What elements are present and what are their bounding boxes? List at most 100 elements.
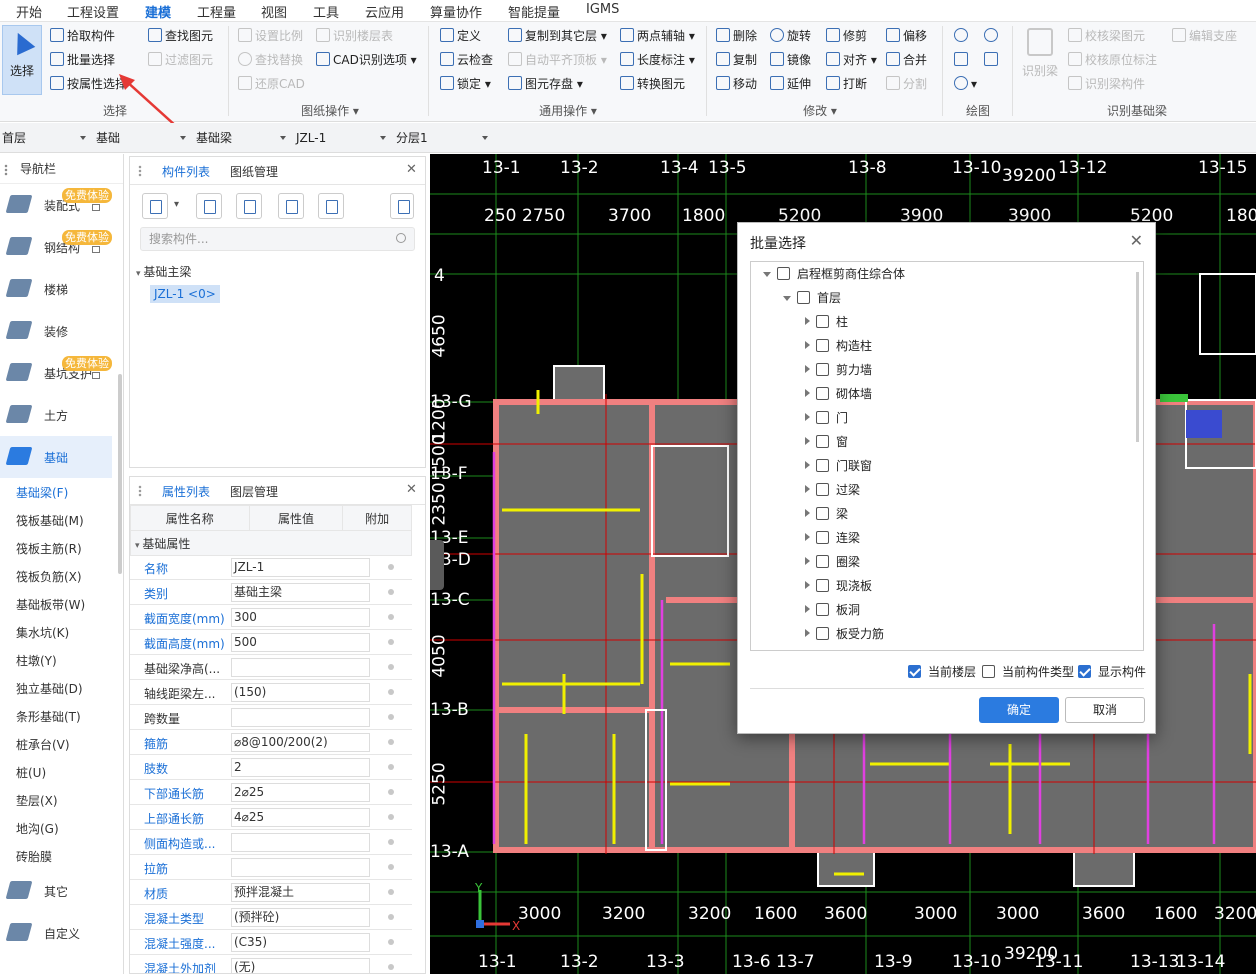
checkbox[interactable] (816, 339, 829, 352)
recognize-floor-table-button[interactable]: 识别楼层表 (316, 26, 393, 46)
group-row[interactable]: ▾ 基础属性 (130, 530, 412, 556)
property-row[interactable]: 材质 预拌混凝土 (130, 880, 412, 905)
menu-igms[interactable]: IGMS (586, 2, 619, 17)
panel-collapse-handle[interactable] (430, 540, 444, 590)
rotate-button[interactable]: 旋转 (770, 26, 811, 46)
property-value-field[interactable]: ⌀8@100/200(2) (231, 733, 370, 752)
delete-button[interactable]: 删除 (716, 26, 757, 46)
menu-cloud[interactable]: 云应用 (365, 2, 404, 21)
tree-node-category[interactable]: 板洞 (805, 598, 860, 622)
find-replace-button[interactable]: 查找替换 (238, 50, 303, 70)
attach-dot-icon[interactable] (388, 864, 394, 870)
split-button[interactable]: 分割 (886, 74, 927, 94)
auto-align-top-button[interactable]: 自动平齐顶板 ▾ (508, 50, 607, 70)
attach-dot-icon[interactable] (388, 589, 394, 595)
tree-node-floor[interactable]: 首层 (783, 286, 841, 310)
checkbox-checked[interactable] (1078, 665, 1091, 678)
property-row[interactable]: 混凝土外加剂 (无) (130, 955, 412, 973)
sub-item[interactable]: 集水坑(K) (16, 624, 69, 641)
menu-view[interactable]: 视图 (261, 2, 287, 21)
chevron-down-icon[interactable] (763, 272, 771, 277)
chevron-right-icon[interactable] (805, 557, 810, 565)
checkbox[interactable] (797, 291, 810, 304)
extend-button[interactable]: 延伸 (770, 74, 811, 94)
property-value-field[interactable]: 2 (231, 758, 370, 777)
property-value-field[interactable]: 预拌混凝土 (231, 883, 370, 902)
property-value-field[interactable]: 4⌀25 (231, 808, 370, 827)
tree-node-category[interactable]: 窗 (805, 430, 848, 454)
current-floor-option[interactable]: 当前楼层 (908, 663, 976, 680)
pick-component-button[interactable]: 拾取构件 (50, 26, 115, 46)
menu-quantity[interactable]: 工程量 (197, 2, 236, 21)
sub-item[interactable]: 垫层(X) (16, 792, 58, 809)
property-row[interactable]: 箍筋 ⌀8@100/200(2) (130, 730, 412, 755)
attach-dot-icon[interactable] (388, 839, 394, 845)
check-beam-button[interactable]: 校核梁图元 (1068, 26, 1145, 46)
property-row[interactable]: 基础梁净高(... (130, 655, 412, 680)
tree-scrollbar[interactable] (1136, 272, 1139, 442)
property-value-field[interactable]: 300 (231, 608, 370, 627)
tree-item-jzl1[interactable]: JZL-1 <0> (150, 285, 220, 303)
tree-node-category[interactable]: 连梁 (805, 526, 860, 550)
check-annotation-button[interactable]: 校核原位标注 (1068, 50, 1157, 70)
property-row[interactable]: 肢数 2 (130, 755, 412, 780)
property-row[interactable]: 混凝土类型 (预拌砼) (130, 905, 412, 930)
draw-circle-button[interactable] (984, 26, 1001, 46)
attach-dot-icon[interactable] (388, 714, 394, 720)
property-row[interactable]: 轴线距梁左... (150) (130, 680, 412, 705)
tab-drawing-management[interactable]: 图纸管理 (230, 163, 278, 180)
property-value-field[interactable]: 基础主梁 (231, 583, 370, 602)
property-value-field[interactable] (231, 858, 370, 877)
drag-handle-icon[interactable] (138, 165, 142, 177)
property-value-field[interactable] (231, 833, 370, 852)
attach-dot-icon[interactable] (388, 614, 394, 620)
two-point-axis-button[interactable]: 两点辅轴 ▾ (620, 26, 695, 46)
convert-element-button[interactable]: 转换图元 (620, 74, 685, 94)
tab-property-list[interactable]: 属性列表 (162, 483, 210, 500)
set-scale-button[interactable]: 设置比例 (238, 26, 303, 46)
floor-dropdown[interactable]: 首层 (0, 127, 90, 149)
new-component-button[interactable] (142, 193, 168, 219)
chevron-right-icon[interactable] (805, 629, 810, 637)
attach-dot-icon[interactable] (388, 814, 394, 820)
tree-node-category[interactable]: 门联窗 (805, 454, 872, 478)
chevron-right-icon[interactable] (805, 365, 810, 373)
copy-button[interactable]: 复制 (716, 50, 757, 70)
tree-root-foundation-beam[interactable]: ▾ 基础主梁 (136, 263, 191, 280)
sub-item[interactable]: 桩承台(V) (16, 736, 70, 753)
sub-item[interactable]: 筏板主筋(R) (16, 540, 82, 557)
category-dropdown[interactable]: 基础 (94, 127, 190, 149)
layer-dropdown[interactable]: 分层1 (394, 127, 492, 149)
expand-button[interactable] (390, 193, 414, 219)
recognize-beam-button[interactable]: 识别梁 (1020, 28, 1060, 79)
menu-collab[interactable]: 算量协作 (430, 2, 482, 21)
chevron-right-icon[interactable] (805, 509, 810, 517)
save-element-button[interactable]: 图元存盘 ▾ (508, 74, 583, 94)
property-row[interactable]: 名称 JZL-1 (130, 555, 412, 580)
batch-select-button[interactable]: 批量选择 (50, 50, 115, 70)
move-button[interactable]: 移动 (716, 74, 757, 94)
draw-point-button[interactable] (954, 26, 971, 46)
property-value-field[interactable]: (C35) (231, 933, 370, 952)
checkbox-checked[interactable] (908, 665, 921, 678)
chevron-right-icon[interactable] (805, 461, 810, 469)
menu-project-settings[interactable]: 工程设置 (67, 2, 119, 21)
draw-line-button[interactable] (954, 50, 971, 70)
menu-smart[interactable]: 智能提量 (508, 2, 560, 21)
draw-arc-button[interactable]: ▾ (954, 74, 977, 94)
delete-component-button[interactable] (236, 193, 262, 219)
draw-rect-button[interactable] (984, 50, 1001, 70)
property-row[interactable]: 侧面构造或... (130, 830, 412, 855)
recognize-beam-component-button[interactable]: 识别梁构件 (1068, 74, 1145, 94)
attach-dot-icon[interactable] (388, 739, 394, 745)
property-row[interactable]: 上部通长筋 4⌀25 (130, 805, 412, 830)
property-value-field[interactable]: (150) (231, 683, 370, 702)
sub-item[interactable]: 砖胎膜 (16, 848, 52, 865)
nav-item-other[interactable]: 其它 (0, 870, 112, 912)
chevron-right-icon[interactable] (805, 389, 810, 397)
merge-button[interactable]: 合并 (886, 50, 927, 70)
sub-item[interactable]: 地沟(G) (16, 820, 59, 837)
attach-dot-icon[interactable] (388, 664, 394, 670)
chevron-down-icon[interactable] (783, 296, 791, 301)
drag-handle-icon[interactable] (4, 164, 8, 176)
